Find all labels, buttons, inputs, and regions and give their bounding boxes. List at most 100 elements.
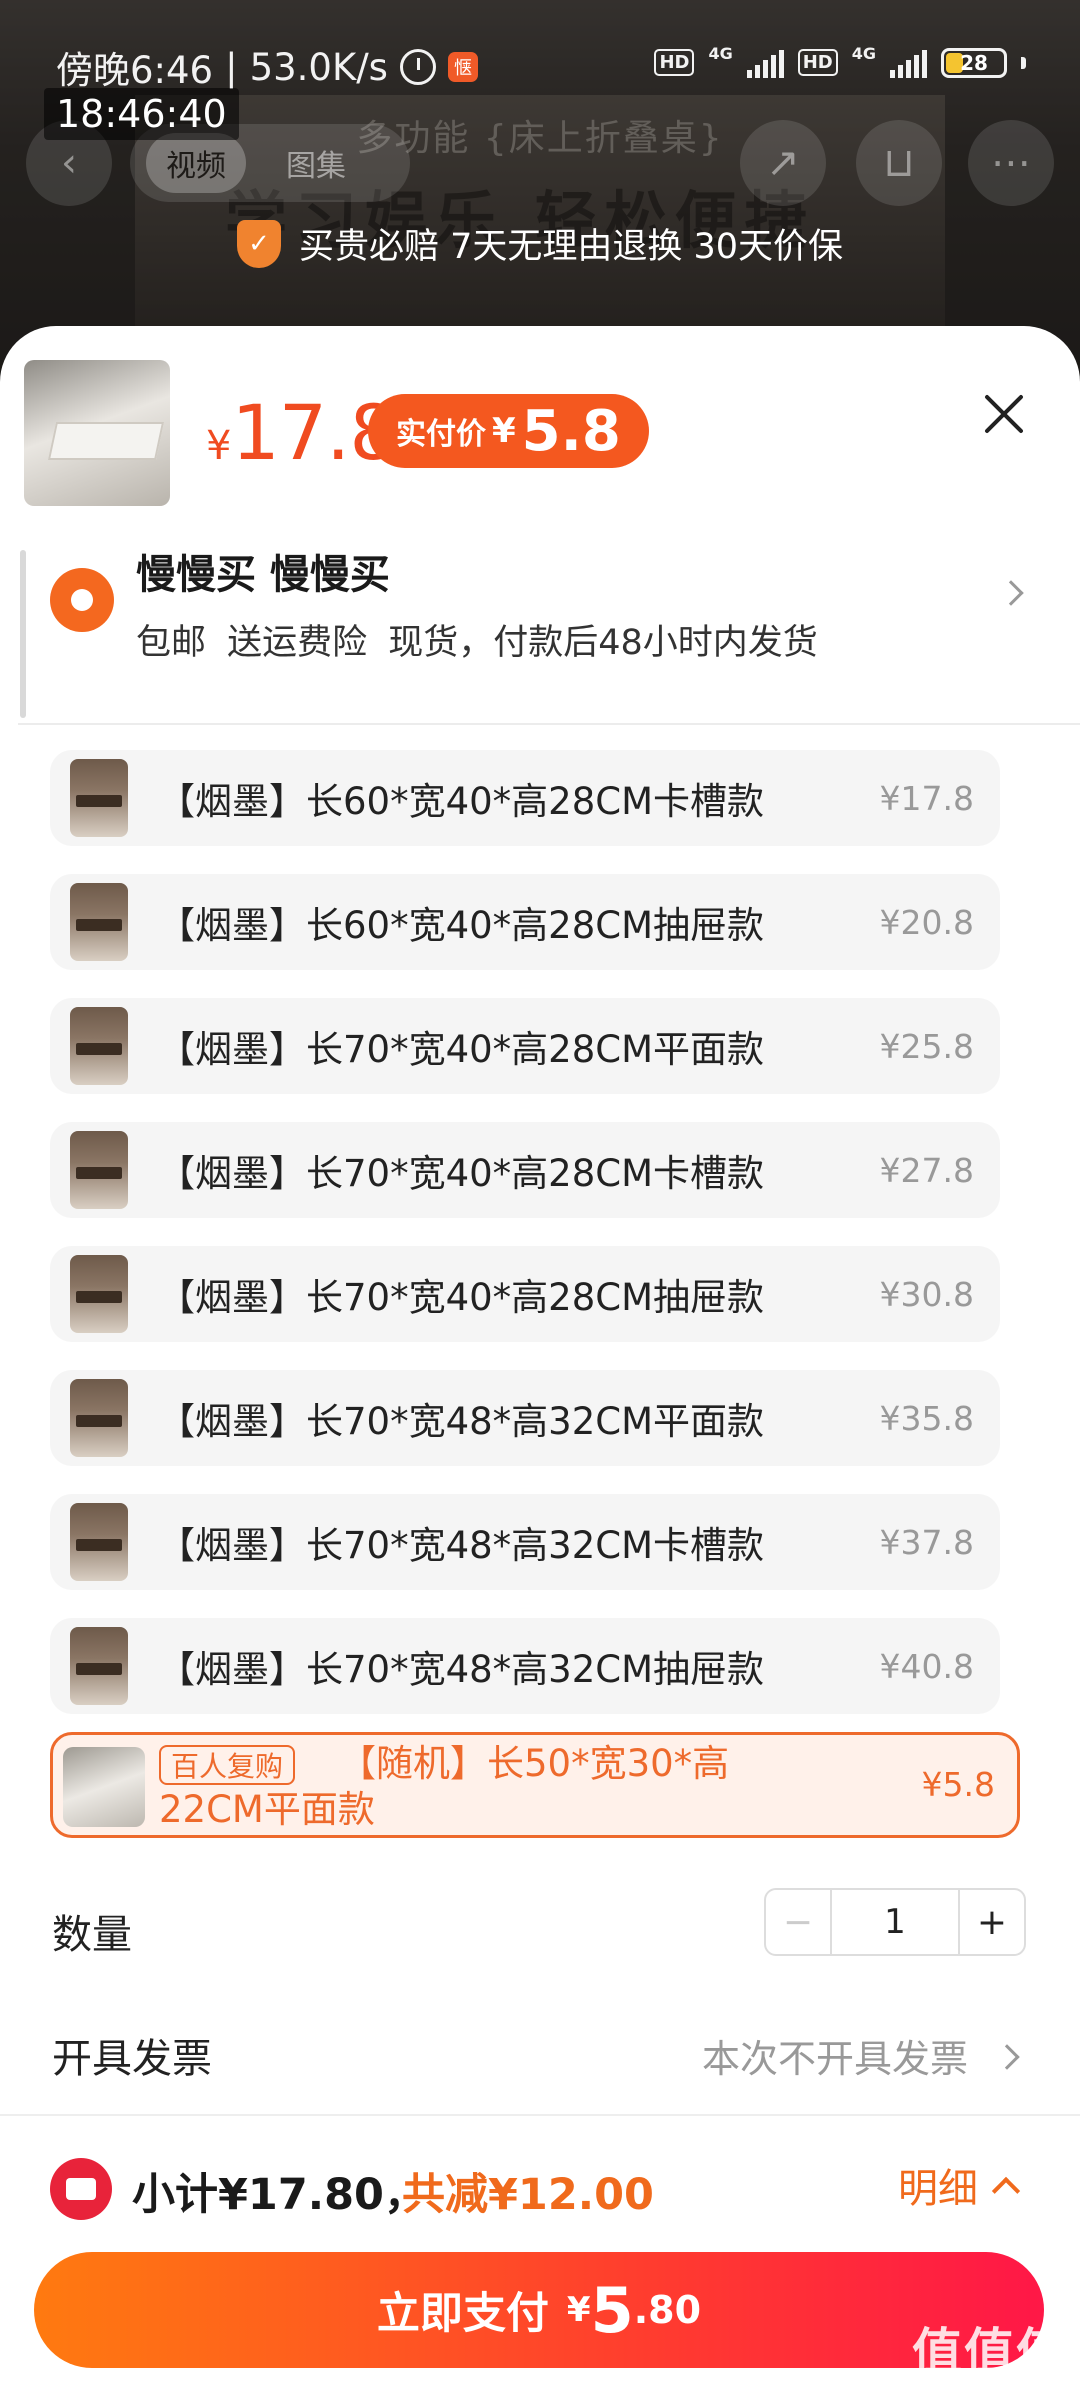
price-detail-button[interactable]: 明细 [898, 2156, 1021, 2214]
screen-record-clock: 18:46:40 [44, 88, 239, 140]
signal-icon [890, 48, 927, 78]
variant-option[interactable]: 【烟墨】长70*宽40*高28CM平面款 ¥25.8 [50, 998, 1000, 1094]
variant-name: 【烟墨】长70*宽40*高28CM抽屉款 [158, 1276, 765, 1319]
variant-name: 【烟墨】长70*宽40*高28CM卡槽款 [158, 1152, 765, 1195]
quantity-value[interactable]: 1 [832, 1890, 958, 1954]
network-type: 4G [708, 44, 733, 63]
actual-price-label: 实付价 [396, 417, 486, 452]
variant-thumbnail [70, 759, 128, 837]
variant-option-selected[interactable]: 百人复购 【随机】长50*宽30*高22CM平面款 ¥5.8 [50, 1732, 1020, 1838]
variant-price: ¥25.8 [879, 1026, 974, 1066]
variant-price: ¥35.8 [879, 1398, 974, 1438]
variant-price: ¥5.8 [921, 1765, 995, 1804]
shipping-info: 包邮 送运费险 现货，付款后48小时内发货 [136, 623, 818, 663]
variant-price: ¥27.8 [879, 1150, 974, 1190]
shield-check-icon: ✓ [236, 219, 281, 268]
pay-amount-integer: 5 [590, 2273, 634, 2347]
variant-thumbnail [70, 1503, 128, 1581]
chevron-right-icon [994, 2044, 1020, 2070]
invoice-label: 开具发票 [52, 2036, 212, 2082]
actual-price-currency: ¥ [492, 411, 516, 451]
quantity-row: 数量 − 1 + [0, 1888, 1080, 1968]
variant-thumbnail [70, 1131, 128, 1209]
variant-name: 【烟墨】长60*宽40*高28CM抽屉款 [158, 904, 765, 947]
more-icon[interactable]: ⋯ [968, 120, 1054, 206]
variant-name: 【烟墨】长70*宽48*高32CM抽屉款 [158, 1648, 765, 1691]
net-speed: 53.0K/s [249, 45, 388, 89]
variant-option[interactable]: 【烟墨】长70*宽48*高32CM抽屉款 ¥40.8 [50, 1618, 1000, 1714]
variant-option[interactable]: 【烟墨】长70*宽48*高32CM平面款 ¥35.8 [50, 1370, 1000, 1466]
status-left: 傍晚6:46 | 53.0K/s 惬 [56, 40, 478, 94]
status-time: 傍晚6:46 [56, 49, 214, 92]
app-notification-icon: 惬 [447, 52, 478, 82]
variant-thumbnail [70, 883, 128, 961]
battery-tip [1021, 56, 1026, 69]
invoice-value: 本次不开具发票 [701, 2037, 968, 2081]
variant-thumbnail [70, 1007, 128, 1085]
pay-label: 立即支付 [376, 2289, 549, 2339]
pay-currency: ¥ [566, 2290, 591, 2330]
tab-video[interactable]: 视频 [146, 133, 246, 193]
product-thumbnail[interactable] [24, 360, 170, 506]
coupon-icon [50, 2158, 112, 2220]
price-detail-label: 明细 [898, 2166, 978, 2212]
location-pin-icon [50, 568, 114, 632]
variant-option[interactable]: 【烟墨】长70*宽48*高32CM卡槽款 ¥37.8 [50, 1494, 1000, 1590]
battery-icon: 28 [941, 47, 1007, 78]
address-name: 慢慢买 慢慢买 [136, 552, 390, 598]
watermark: 值值值 zhizhizhi.com [912, 2312, 1068, 2400]
share-icon[interactable]: ↗ [740, 120, 826, 206]
variant-thumbnail [70, 1379, 128, 1457]
pay-now-button[interactable]: 立即支付 ¥ 5 .80 [34, 2252, 1044, 2368]
variant-option[interactable]: 【烟墨】长60*宽40*高28CM抽屉款 ¥20.8 [50, 874, 1000, 970]
watermark-logo: 值值值 [912, 2323, 1068, 2381]
pay-amount-decimal: .80 [633, 2288, 702, 2332]
hd-icon: HD [654, 49, 695, 76]
status-separator: | [225, 45, 238, 89]
variant-thumbnail [63, 1747, 145, 1827]
cart-icon[interactable]: ⊔ [856, 120, 942, 206]
variant-price: ¥20.8 [879, 902, 974, 942]
actual-price-value: 5.8 [521, 398, 621, 464]
variant-option[interactable]: 【烟墨】长60*宽40*高28CM卡槽款 ¥17.8 [50, 750, 1000, 846]
chevron-right-icon [998, 580, 1024, 606]
variant-name: 【烟墨】长70*宽48*高32CM卡槽款 [158, 1524, 765, 1567]
variant-name: 【烟墨】长70*宽48*高32CM平面款 [158, 1400, 765, 1443]
variant-thumbnail [70, 1255, 128, 1333]
variant-name: 【烟墨】长60*宽40*高28CM卡槽款 [158, 780, 765, 823]
variant-option[interactable]: 【烟墨】长70*宽40*高28CM抽屉款 ¥30.8 [50, 1246, 1000, 1342]
invoice-row[interactable]: 开具发票 本次不开具发票 [0, 2012, 1080, 2092]
guarantee-text: 买贵必赔 7天无理由退换 30天价保 [298, 227, 844, 267]
scrollbar [20, 550, 26, 718]
guarantee-bar: ✓ 买贵必赔 7天无理由退换 30天价保 [0, 218, 1080, 269]
variant-price: ¥37.8 [879, 1522, 974, 1562]
subtotal: 小计¥17.80， [132, 2170, 427, 2220]
actual-price-badge: 实付价 ¥ 5.8 [368, 394, 649, 468]
watermark-url: zhizhizhi.com [929, 2384, 1051, 2400]
increase-button[interactable]: + [958, 1890, 1024, 1954]
close-icon[interactable] [976, 386, 1032, 442]
network-type: 4G [851, 44, 876, 63]
signal-icon [746, 48, 784, 78]
variant-price: ¥40.8 [879, 1646, 974, 1686]
decrease-button[interactable]: − [766, 1890, 832, 1954]
variant-option[interactable]: 【烟墨】长70*宽40*高28CM卡槽款 ¥27.8 [50, 1122, 1000, 1218]
price-currency: ¥ [206, 423, 232, 469]
divider [18, 723, 1080, 725]
variant-thumbnail [70, 1627, 128, 1705]
tab-gallery[interactable]: 图集 [286, 141, 346, 185]
variant-name: 【随机】长50*宽30*高22CM平面款 [159, 1742, 730, 1831]
hd-icon: HD [797, 49, 838, 76]
alarm-icon [399, 49, 436, 85]
discount-total: 共减¥12.00 [402, 2170, 654, 2220]
address-row[interactable]: 慢慢买 慢慢买 包邮 送运费险 现货，付款后48小时内发货 [0, 526, 1080, 718]
status-right: HD 4G HD 4G 28 [654, 44, 1026, 81]
battery-level: 28 [960, 50, 988, 75]
variant-price: ¥17.8 [879, 778, 974, 818]
chevron-up-icon [991, 2176, 1021, 2206]
variant-price: ¥30.8 [879, 1274, 974, 1314]
quantity-label: 数量 [52, 1912, 132, 1958]
sku-bottom-sheet: ¥ 17.8 实付价 ¥ 5.8 慢慢买 慢慢买 包邮 送运费险 现货，付款后4… [0, 326, 1080, 2400]
variant-name: 【烟墨】长70*宽40*高28CM平面款 [158, 1028, 765, 1071]
quantity-stepper: − 1 + [764, 1888, 1026, 1956]
